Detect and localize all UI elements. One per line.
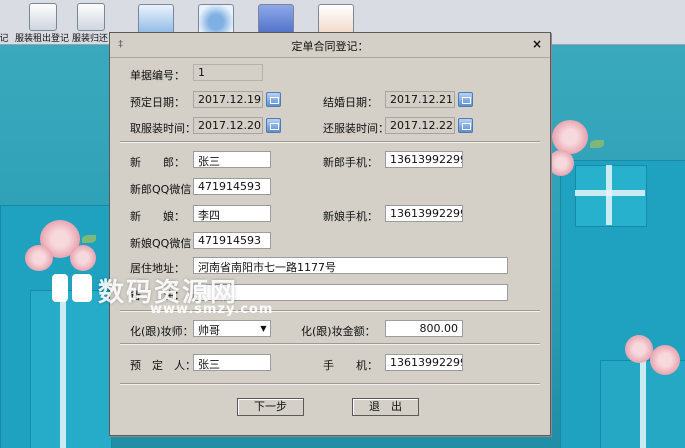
makeup-artist-select[interactable]: 帅哥 ▼ [193, 320, 271, 337]
booker-field[interactable]: 张三 [193, 354, 271, 371]
toolbar-button-register[interactable]: 记 [0, 0, 14, 44]
toolbar-button-return[interactable]: 服装归还 [70, 0, 110, 44]
booking-date-field[interactable]: 2017.12.19 [193, 91, 263, 108]
bride-qq-label: 新娘QQ微信： [130, 237, 203, 250]
watermark-url: www.smzy.com [150, 302, 274, 317]
toolbar-button-rental-out[interactable]: 服装租出登记 [15, 0, 69, 44]
dialog-title: 定单合同登记： [291, 40, 369, 53]
groom-phone-label: 新郎手机： [323, 156, 378, 169]
bride-phone-field[interactable]: 13613992299 [385, 205, 463, 222]
phone-label: 手 机： [323, 359, 378, 372]
address-field[interactable]: 河南省南阳市七一路1177号 [193, 257, 508, 274]
groom-name-field[interactable]: 张三 [193, 151, 271, 168]
close-button[interactable]: × [532, 37, 542, 51]
makeup-artist-value: 帅哥 [198, 324, 220, 337]
order-no-label: 单据编号： [130, 69, 185, 82]
pickup-time-field[interactable]: 2017.12.20 [193, 117, 263, 134]
makeup-artist-label: 化(跟)妆师： [130, 325, 194, 338]
groom-phone-field[interactable]: 13613992299 [385, 151, 463, 168]
calendar-icon[interactable] [266, 118, 281, 133]
return-time-field[interactable]: 2017.12.22 [385, 117, 455, 134]
calendar-icon[interactable] [458, 118, 473, 133]
order-contract-dialog: ‡ 定单合同登记： × 单据编号： 1 预定日期： 2017.12.19 结婚日… [109, 32, 551, 436]
bride-label: 新 娘： [130, 210, 185, 223]
next-step-button[interactable]: 下一步 [237, 398, 304, 416]
watermark-logo [52, 274, 92, 302]
booking-date-label: 预定日期： [130, 96, 185, 109]
chevron-down-icon[interactable]: ▼ [258, 322, 269, 335]
bride-qq-field[interactable]: 471914593 [193, 232, 271, 249]
pencil-note-icon [77, 3, 105, 31]
toolbar-label: 服装租出登记 [15, 34, 70, 44]
exit-button[interactable]: 退 出 [352, 398, 419, 416]
booker-label: 预 定 人： [130, 359, 196, 372]
return-time-label: 还服装时间： [323, 122, 389, 135]
wedding-date-field[interactable]: 2017.12.21 [385, 91, 455, 108]
bride-phone-label: 新娘手机： [323, 210, 378, 223]
toolbar-label: 记 [0, 34, 9, 44]
calendar-icon[interactable] [266, 92, 281, 107]
bride-name-field[interactable]: 李四 [193, 205, 271, 222]
separator [120, 383, 540, 385]
document-edit-icon [29, 3, 57, 31]
order-no-field: 1 [193, 64, 263, 81]
groom-label: 新 郎： [130, 156, 185, 169]
separator [120, 343, 540, 345]
calendar-icon[interactable] [458, 92, 473, 107]
makeup-amount-label: 化(跟)妆金额： [301, 325, 376, 338]
groom-qq-label: 新郎QQ微信： [130, 183, 203, 196]
wedding-date-label: 结婚日期： [323, 96, 378, 109]
phone-field[interactable]: 13613992299 [385, 354, 463, 371]
separator [120, 141, 540, 143]
remark-field[interactable] [193, 284, 508, 301]
dialog-titlebar[interactable]: ‡ 定单合同登记： × [110, 33, 550, 58]
pickup-time-label: 取服装时间： [130, 122, 196, 135]
makeup-amount-field[interactable]: 800.00 [385, 320, 463, 337]
toolbar-label: 服装归还 [71, 34, 108, 44]
groom-qq-field[interactable]: 471914593 [193, 178, 271, 195]
